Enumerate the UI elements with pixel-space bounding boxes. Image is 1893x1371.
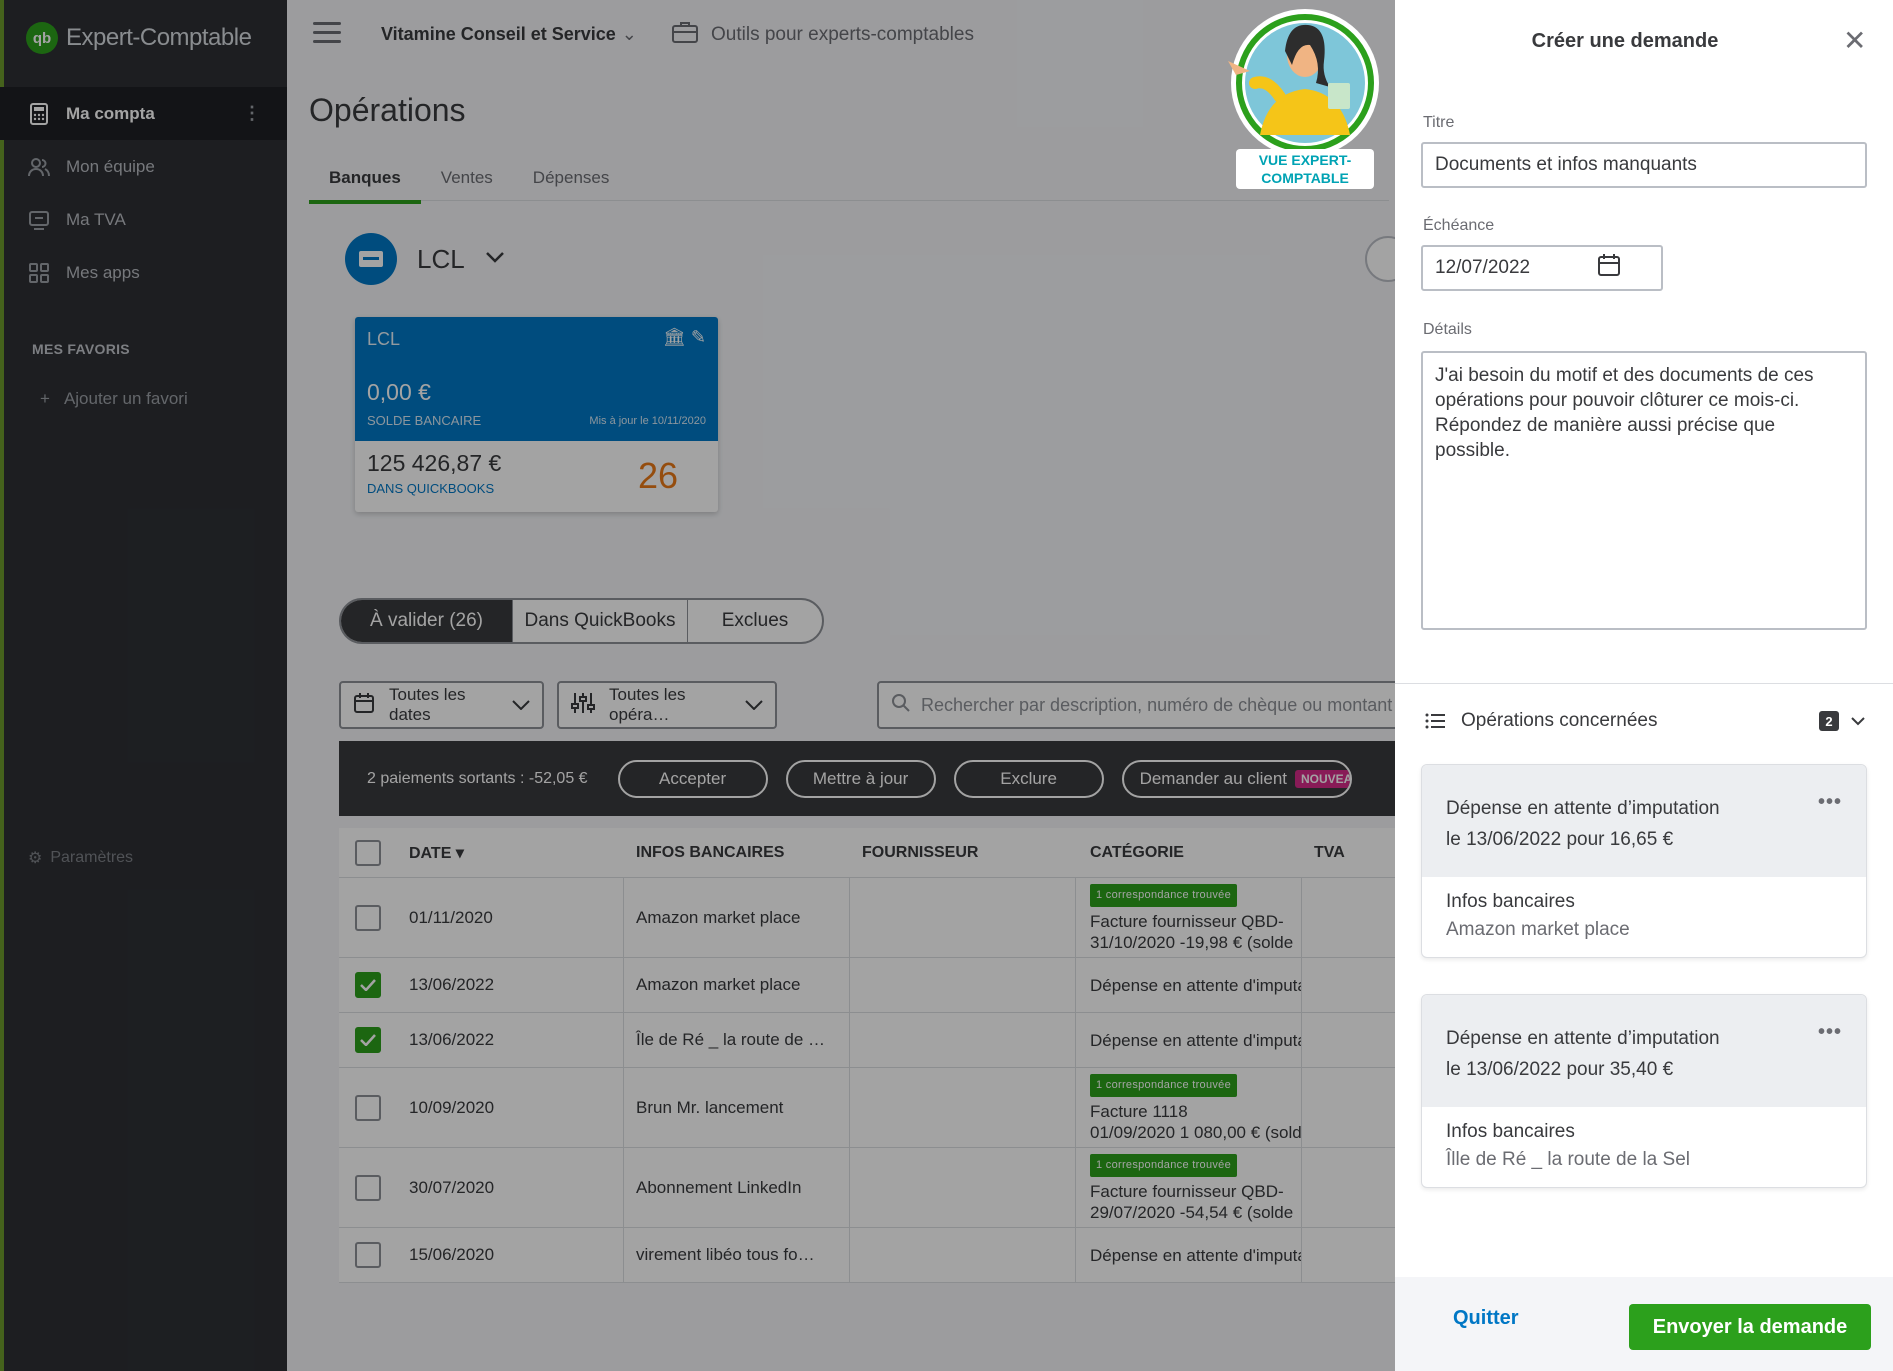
accountant-view-line1: VUE EXPERT- xyxy=(1258,152,1352,168)
bank-info-value: Îlle de Ré _ la route de la Sel xyxy=(1446,1149,1690,1170)
operation-card-header: Dépense en attente d’imputation le 13/06… xyxy=(1422,995,1866,1107)
quit-button[interactable]: Quitter xyxy=(1453,1307,1519,1330)
list-icon xyxy=(1425,713,1445,729)
related-operations-header[interactable]: Opérations concernées 2 xyxy=(1425,710,1865,732)
due-date-value: 12/07/2022 xyxy=(1435,257,1531,278)
panel-divider xyxy=(1395,683,1893,684)
more-options-icon[interactable]: ••• xyxy=(1818,1017,1842,1048)
operation-card-body: Infos bancaires Amazon market place xyxy=(1422,877,1866,957)
operation-status: Dépense en attente d’imputation xyxy=(1446,1028,1720,1049)
bank-info-title: Infos bancaires xyxy=(1446,891,1575,912)
bank-info-value: Amazon market place xyxy=(1446,919,1630,940)
accountant-view-line2: COMPTABLE xyxy=(1261,170,1349,186)
related-operations-title: Opérations concernées xyxy=(1461,710,1658,731)
operation-card[interactable]: Dépense en attente d’imputation le 13/06… xyxy=(1421,764,1867,958)
title-input[interactable]: Documents et infos manquants xyxy=(1421,142,1867,188)
details-textarea[interactable]: J'ai besoin du motif et des documents de… xyxy=(1421,351,1867,630)
operation-date-amount: le 13/06/2022 pour 16,65 € xyxy=(1446,829,1674,850)
operation-status: Dépense en attente d’imputation xyxy=(1446,798,1720,819)
title-label: Titre xyxy=(1423,114,1455,131)
bank-info-title: Infos bancaires xyxy=(1446,1121,1575,1142)
operation-card-body: Infos bancaires Îlle de Ré _ la route de… xyxy=(1422,1107,1866,1187)
panel-footer: Quitter Envoyer la demande xyxy=(1395,1277,1893,1371)
due-date-input[interactable]: 12/07/2022 xyxy=(1421,245,1663,291)
accountant-view-label: VUE EXPERT- COMPTABLE xyxy=(1236,149,1374,189)
details-label: Détails xyxy=(1423,321,1472,338)
operation-date-amount: le 13/06/2022 pour 35,40 € xyxy=(1446,1059,1674,1080)
operation-card-header: Dépense en attente d’imputation le 13/06… xyxy=(1422,765,1866,877)
panel-title: Créer une demande xyxy=(1531,30,1719,52)
related-operations-count: 2 xyxy=(1819,711,1839,731)
more-options-icon[interactable]: ••• xyxy=(1818,787,1842,818)
create-request-panel: Créer une demande ✕ Titre Documents et i… xyxy=(1395,0,1893,1371)
calendar-icon[interactable] xyxy=(1597,253,1621,283)
operation-card[interactable]: Dépense en attente d’imputation le 13/06… xyxy=(1421,994,1867,1188)
due-date-label: Échéance xyxy=(1423,217,1495,234)
modal-backdrop[interactable] xyxy=(0,0,1395,1371)
chevron-down-icon[interactable] xyxy=(1851,710,1865,732)
close-icon[interactable]: ✕ xyxy=(1843,24,1866,57)
send-request-button[interactable]: Envoyer la demande xyxy=(1629,1304,1871,1350)
accountant-view-badge: VUE EXPERT- COMPTABLE xyxy=(1210,5,1384,189)
